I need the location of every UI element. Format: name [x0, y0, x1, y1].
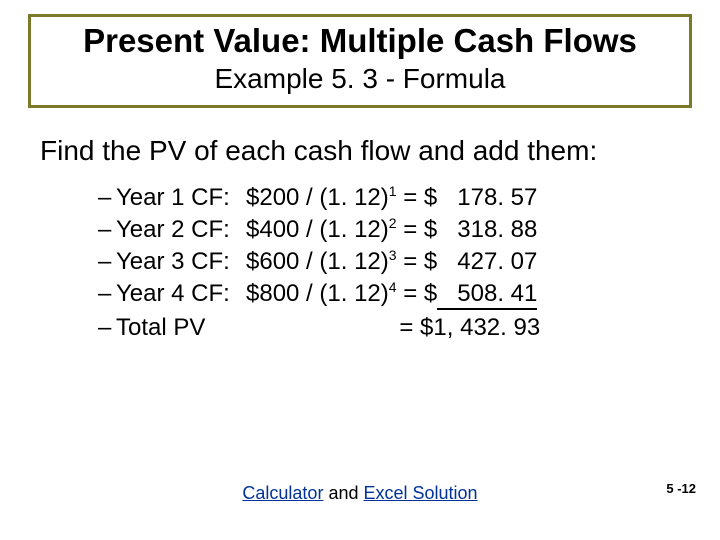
- total-value: 1, 432. 93: [433, 314, 540, 342]
- cf-calc: $400 / (1. 12)2 = $: [246, 216, 437, 244]
- cf-calc: $600 / (1. 12)3 = $: [246, 248, 437, 276]
- cf-value: 318. 88: [437, 216, 537, 244]
- slide: Present Value: Multiple Cash Flows Examp…: [0, 0, 720, 540]
- footer-and: and: [323, 483, 363, 503]
- instruction-text: Find the PV of each cash flow and add th…: [40, 134, 692, 168]
- title-box: Present Value: Multiple Cash Flows Examp…: [28, 14, 692, 108]
- page-number: 5 -12: [666, 481, 696, 496]
- footer-links: Calculator and Excel Solution: [0, 483, 720, 504]
- calculator-link[interactable]: Calculator: [242, 483, 323, 503]
- bullet-dash: –: [98, 280, 116, 308]
- bullet-dash: –: [98, 216, 116, 244]
- body: Find the PV of each cash flow and add th…: [28, 134, 692, 342]
- cf-label: Year 1 CF:: [116, 184, 246, 212]
- cf-row: – Year 3 CF: $600 / (1. 12)3 = $ 427. 07: [98, 248, 692, 276]
- bullet-dash: –: [98, 314, 116, 342]
- cf-value: 508. 41: [437, 280, 537, 310]
- total-row: – Total PV = $ 1, 432. 93: [98, 314, 692, 342]
- cf-calc: $200 / (1. 12)1 = $: [246, 184, 437, 212]
- bullet-dash: –: [98, 184, 116, 212]
- slide-subtitle: Example 5. 3 - Formula: [41, 63, 679, 95]
- bullet-dash: –: [98, 248, 116, 276]
- cf-label: Year 4 CF:: [116, 280, 246, 308]
- total-label: Total PV: [116, 314, 246, 342]
- cf-row: – Year 1 CF: $200 / (1. 12)1 = $ 178. 57: [98, 184, 692, 212]
- cf-value: 427. 07: [437, 248, 537, 276]
- excel-link[interactable]: Excel Solution: [364, 483, 478, 503]
- cf-row: – Year 4 CF: $800 / (1. 12)4 = $ 508. 41: [98, 280, 692, 310]
- total-eq: = $: [246, 314, 433, 342]
- cf-label: Year 2 CF:: [116, 216, 246, 244]
- slide-title: Present Value: Multiple Cash Flows: [41, 23, 679, 59]
- cf-row: – Year 2 CF: $400 / (1. 12)2 = $ 318. 88: [98, 216, 692, 244]
- cf-calc: $800 / (1. 12)4 = $: [246, 280, 437, 308]
- cf-value: 178. 57: [437, 184, 537, 212]
- calculation-list: – Year 1 CF: $200 / (1. 12)1 = $ 178. 57…: [98, 184, 692, 342]
- cf-label: Year 3 CF:: [116, 248, 246, 276]
